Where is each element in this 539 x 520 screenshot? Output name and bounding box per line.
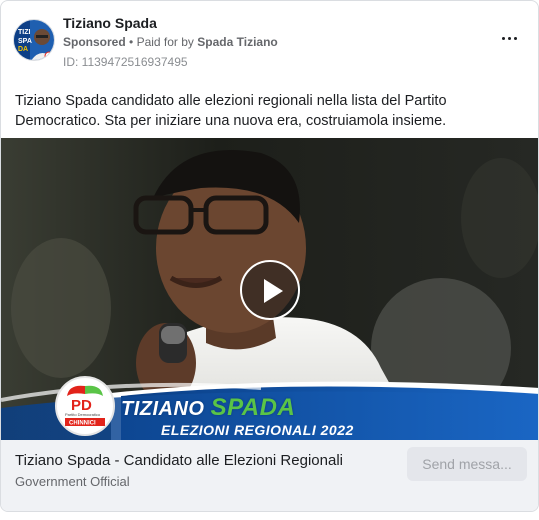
banner-last-name: SPADA bbox=[210, 394, 296, 421]
post-text: Tiziano Spada candidato alle elezioni re… bbox=[15, 93, 447, 129]
more-horizontal-icon bbox=[501, 36, 517, 40]
ad-subline: Government Official bbox=[15, 474, 130, 489]
svg-text:SPA: SPA bbox=[18, 38, 32, 45]
page-name[interactable]: Tiziano Spada bbox=[63, 15, 157, 31]
svg-text:DA: DA bbox=[18, 46, 28, 53]
avatar-image: TIZI SPA DA bbox=[14, 20, 54, 60]
svg-text:Partito Democratico: Partito Democratico bbox=[65, 412, 101, 417]
ad-header: TIZI SPA DA Tiziano Spada Sponsored • Pa… bbox=[1, 1, 538, 79]
sponsored-label: Sponsored bbox=[63, 35, 126, 49]
send-message-button[interactable]: Send messa... bbox=[407, 447, 527, 481]
svg-text:CHINNICI: CHINNICI bbox=[69, 421, 96, 427]
svg-text:TIZI: TIZI bbox=[18, 29, 30, 36]
paid-for-prefix: Paid for by bbox=[136, 35, 194, 49]
sponsored-line: Sponsored • Paid for by Spada Tiziano bbox=[63, 35, 278, 49]
banner-candidate-name: TIZIANO SPADA bbox=[121, 394, 295, 422]
ad-footer[interactable]: Tiziano Spada - Candidato alle Elezioni … bbox=[1, 440, 538, 511]
pd-logo: PD Partito Democratico CHINNICI bbox=[55, 376, 115, 436]
avatar[interactable]: TIZI SPA DA bbox=[13, 19, 55, 61]
separator-dot: • bbox=[129, 35, 134, 49]
pd-logo-icon: PD Partito Democratico CHINNICI bbox=[65, 385, 105, 427]
more-options-button[interactable] bbox=[498, 31, 520, 45]
play-button[interactable] bbox=[240, 260, 300, 320]
play-icon bbox=[264, 279, 283, 303]
banner-subtitle: ELEZIONI REGIONALI 2022 bbox=[161, 422, 354, 438]
banner-first-name: TIZIANO bbox=[121, 398, 205, 420]
video-media[interactable]: PD Partito Democratico CHINNICI TIZIANO … bbox=[1, 138, 538, 440]
ad-id: ID: 1139472516937495 bbox=[63, 55, 188, 69]
ad-card: TIZI SPA DA Tiziano Spada Sponsored • Pa… bbox=[0, 0, 539, 512]
ad-headline[interactable]: Tiziano Spada - Candidato alle Elezioni … bbox=[15, 452, 343, 469]
paid-for-by[interactable]: Spada Tiziano bbox=[197, 35, 277, 49]
